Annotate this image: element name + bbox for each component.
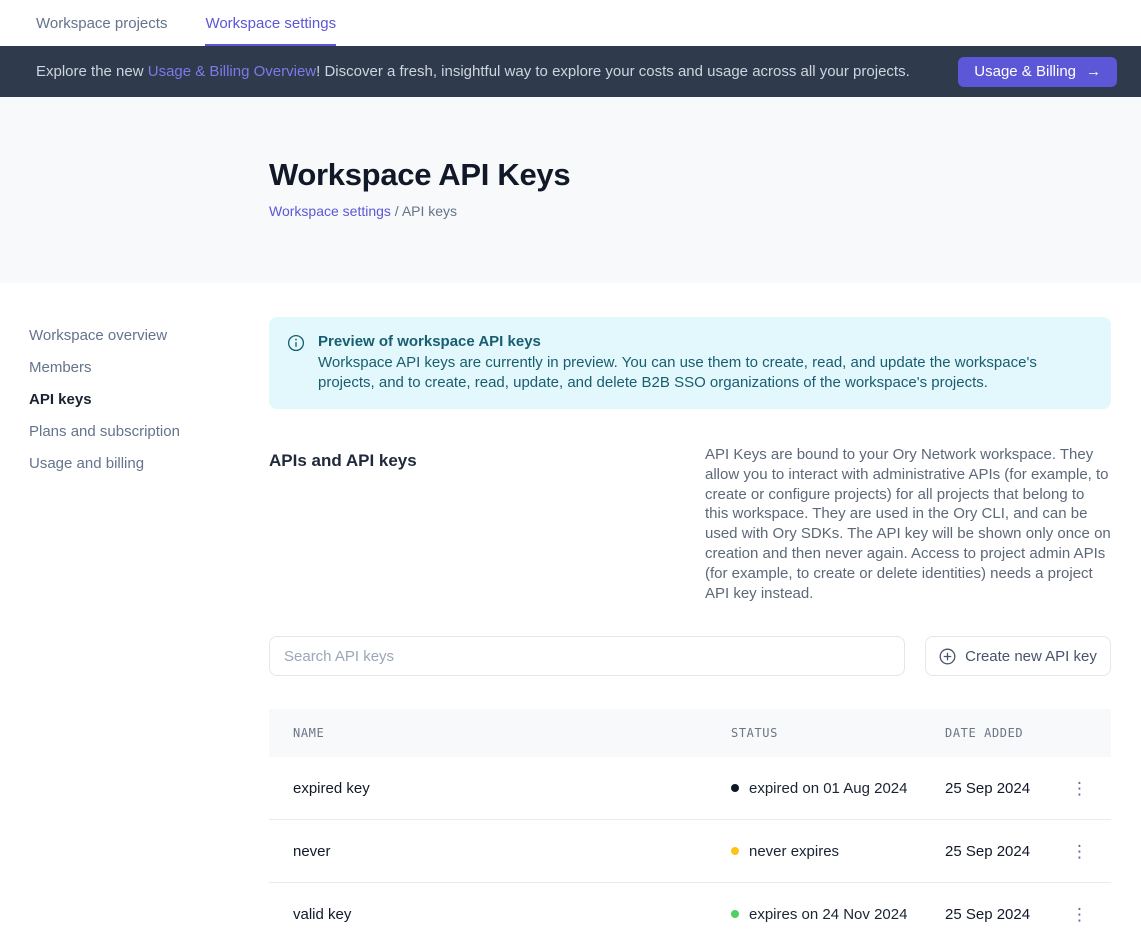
sidebar-item-usage-and-billing[interactable]: Usage and billing <box>29 455 269 473</box>
status-cell: never expires <box>731 843 945 860</box>
sidebar-item-workspace-overview[interactable]: Workspace overview <box>29 327 269 345</box>
row-actions-button[interactable]: ⋮ <box>1065 776 1094 801</box>
search-input[interactable] <box>269 636 905 676</box>
apis-section-heading: APIs and API keys <box>269 445 417 603</box>
table-row: never never expires 25 Sep 2024 ⋮ <box>269 820 1111 883</box>
usage-billing-button[interactable]: Usage & Billing → <box>958 57 1117 87</box>
arrow-right-icon: → <box>1086 63 1101 80</box>
breadcrumb-current: API keys <box>402 203 457 219</box>
banner-text-suffix: ! Discover a fresh, insightful way to ex… <box>316 63 910 80</box>
settings-sidebar: Workspace overview Members API keys Plan… <box>0 283 269 940</box>
actions-cell: ⋮ <box>1065 776 1094 801</box>
status-text: expired on 01 Aug 2024 <box>749 780 907 797</box>
api-key-name: expired key <box>293 780 731 797</box>
status-dot-never-expires <box>731 847 739 855</box>
breadcrumb-workspace-settings-link[interactable]: Workspace settings <box>269 203 391 219</box>
announcement-banner: Explore the new Usage & Billing Overview… <box>0 46 1141 97</box>
banner-message: Explore the new Usage & Billing Overview… <box>36 63 958 80</box>
table-row: expired key expired on 01 Aug 2024 25 Se… <box>269 757 1111 820</box>
apis-section-description: API Keys are bound to your Ory Network w… <box>705 445 1111 603</box>
table-row: valid key expires on 24 Nov 2024 25 Sep … <box>269 883 1111 940</box>
column-header-name: NAME <box>293 726 731 740</box>
column-header-date-added: DATE ADDED <box>945 726 1065 740</box>
kebab-menu-icon: ⋮ <box>1071 842 1088 861</box>
apis-section: APIs and API keys API Keys are bound to … <box>269 445 1111 603</box>
status-cell: expired on 01 Aug 2024 <box>731 780 945 797</box>
sidebar-item-members[interactable]: Members <box>29 359 269 377</box>
usage-billing-button-label: Usage & Billing <box>974 63 1076 80</box>
content-area: Workspace overview Members API keys Plan… <box>0 283 1141 940</box>
top-tab-bar: Workspace projects Workspace settings <box>0 0 1141 46</box>
actions-cell: ⋮ <box>1065 902 1094 927</box>
tab-workspace-settings[interactable]: Workspace settings <box>205 0 336 46</box>
info-icon <box>287 334 305 392</box>
table-header-row: NAME STATUS DATE ADDED <box>269 709 1111 757</box>
preview-callout: Preview of workspace API keys Workspace … <box>269 317 1111 409</box>
breadcrumb-separator: / <box>395 203 399 219</box>
plus-circle-icon <box>939 648 956 665</box>
page-title: Workspace API Keys <box>269 157 1141 193</box>
breadcrumb: Workspace settings / API keys <box>269 203 1141 219</box>
sidebar-item-api-keys[interactable]: API keys <box>29 391 269 409</box>
page-header: Workspace API Keys Workspace settings / … <box>0 97 1141 283</box>
date-added: 25 Sep 2024 <box>945 906 1065 923</box>
api-key-name: valid key <box>293 906 731 923</box>
status-text: never expires <box>749 843 839 860</box>
status-dot-valid <box>731 910 739 918</box>
date-added: 25 Sep 2024 <box>945 780 1065 797</box>
actions-cell: ⋮ <box>1065 839 1094 864</box>
api-key-name: never <box>293 843 731 860</box>
row-actions-button[interactable]: ⋮ <box>1065 902 1094 927</box>
status-cell: expires on 24 Nov 2024 <box>731 906 945 923</box>
preview-callout-text: Preview of workspace API keys Workspace … <box>318 332 1087 392</box>
preview-callout-body: Workspace API keys are currently in prev… <box>318 353 1087 392</box>
row-actions-button[interactable]: ⋮ <box>1065 839 1094 864</box>
preview-callout-title: Preview of workspace API keys <box>318 332 1087 352</box>
api-key-controls: Create new API key <box>269 636 1111 676</box>
main-panel: Preview of workspace API keys Workspace … <box>269 283 1111 940</box>
usage-billing-overview-link[interactable]: Usage & Billing Overview <box>148 63 316 80</box>
api-keys-table: NAME STATUS DATE ADDED expired key expir… <box>269 709 1111 940</box>
create-api-key-button[interactable]: Create new API key <box>925 636 1111 676</box>
status-dot-expired <box>731 784 739 792</box>
kebab-menu-icon: ⋮ <box>1071 905 1088 924</box>
create-api-key-button-label: Create new API key <box>965 648 1097 665</box>
date-added: 25 Sep 2024 <box>945 843 1065 860</box>
status-text: expires on 24 Nov 2024 <box>749 906 907 923</box>
column-header-status: STATUS <box>731 726 945 740</box>
banner-text-prefix: Explore the new <box>36 63 148 80</box>
tab-workspace-projects[interactable]: Workspace projects <box>36 0 167 46</box>
kebab-menu-icon: ⋮ <box>1071 779 1088 798</box>
sidebar-item-plans-and-subscription[interactable]: Plans and subscription <box>29 423 269 441</box>
